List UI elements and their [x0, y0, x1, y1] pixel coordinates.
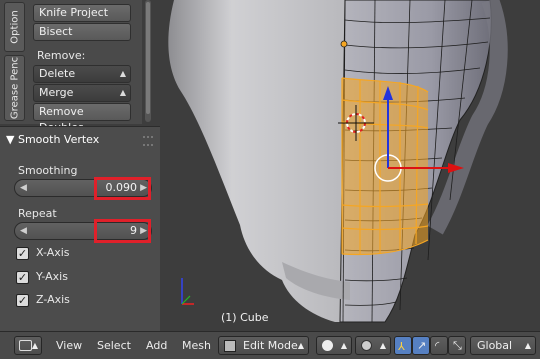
x-axis-label: X-Axis — [36, 246, 70, 259]
knife-project-button[interactable]: Knife Project — [33, 4, 131, 22]
mesh-left-half — [168, 0, 350, 322]
updown-arrow-icon: ▲ — [379, 341, 386, 350]
repeat-label: Repeat — [18, 207, 57, 220]
translate-toggle[interactable]: ↗ — [412, 336, 430, 355]
scrollbar-thumb[interactable] — [146, 2, 150, 114]
pivot-point-icon — [361, 340, 372, 351]
y-axis-checkbox[interactable]: ✓ — [16, 271, 29, 284]
operator-panel: ▼ Smooth Vertex Smoothing ◀ 0.090 ▶ Repe… — [0, 126, 160, 332]
orientation-selector[interactable]: Global ▲ — [470, 336, 536, 355]
edit-mode-icon — [224, 340, 236, 352]
z-axis-checkbox[interactable]: ✓ — [16, 294, 29, 307]
decrement-arrow-icon[interactable]: ◀ — [20, 223, 27, 239]
operator-title: Smooth Vertex — [17, 133, 100, 146]
origin-point — [340, 40, 348, 48]
remove-doubles-button[interactable]: Remove Doubles — [33, 103, 131, 134]
viewport-header: ▲ View Select Add Mesh Edit Mode ▲ ▲ ▲ ⅄… — [0, 331, 540, 359]
object-info-label: (1) Cube — [221, 311, 269, 324]
smoothing-label: Smoothing — [18, 164, 78, 177]
3d-viewport[interactable]: (1) Cube — [160, 0, 540, 331]
y-axis-label: Y-Axis — [36, 270, 68, 283]
tab-grease-pencil-label: Grease Penc — [9, 56, 20, 120]
orientation-label: Global — [477, 339, 513, 352]
mode-selector[interactable]: Edit Mode ▲ — [218, 336, 309, 355]
pivot-selector[interactable]: ▲ — [355, 336, 391, 355]
scale-toggle[interactable]: ⤡ — [448, 336, 466, 355]
mode-label: Edit Mode — [243, 339, 298, 352]
delete-menu-button[interactable]: Delete ▲ — [33, 65, 131, 83]
bisect-button[interactable]: Bisect — [33, 23, 131, 41]
tab-options-label: Option — [9, 10, 20, 44]
remove-label: Remove: — [37, 49, 86, 62]
tab-grease-pencil[interactable]: Grease Penc — [4, 55, 25, 121]
delete-label: Delete — [39, 67, 76, 80]
menu-view[interactable]: View — [56, 332, 82, 359]
updown-arrow-icon: ▲ — [119, 69, 126, 78]
tool-shelf-panel: Knife Project Bisect Remove: Delete ▲ Me… — [29, 0, 142, 134]
rotate-toggle[interactable]: ◜ — [430, 336, 448, 355]
manipulator-toggle[interactable]: ⅄ — [394, 336, 412, 355]
solid-shading-icon — [322, 340, 333, 351]
updown-arrow-icon: ▲ — [297, 341, 304, 350]
tool-shelf-tabs: Option Grease Penc — [0, 0, 30, 124]
merge-label: Merge — [39, 86, 74, 99]
z-axis-label: Z-Axis — [36, 293, 70, 306]
collapse-triangle-icon: ▼ — [6, 133, 15, 146]
shading-selector[interactable]: ▲ — [316, 336, 352, 355]
menu-mesh[interactable]: Mesh — [182, 332, 211, 359]
mesh-render — [168, 0, 508, 323]
updown-arrow-icon: ▲ — [31, 341, 38, 350]
tool-shelf-scrollbar[interactable] — [145, 0, 151, 122]
highlight-box — [94, 219, 151, 243]
editor-type-button[interactable]: ▲ — [14, 336, 42, 355]
updown-arrow-icon: ▲ — [340, 341, 347, 350]
manipulator-icon: ⅄ — [398, 340, 405, 353]
tab-options[interactable]: Option — [4, 2, 25, 52]
translate-arrow-icon: ↗ — [417, 339, 427, 352]
merge-menu-button[interactable]: Merge ▲ — [33, 84, 131, 102]
viewport-editor-icon — [19, 340, 32, 351]
axis-gizmo-icon — [181, 278, 194, 305]
scale-icon: ⤡ — [453, 339, 462, 352]
updown-arrow-icon: ▲ — [524, 341, 531, 350]
menu-add[interactable]: Add — [146, 332, 167, 359]
x-axis-checkbox[interactable]: ✓ — [16, 247, 29, 260]
operator-panel-header[interactable]: ▼ Smooth Vertex — [6, 133, 99, 146]
drag-grip-icon[interactable] — [143, 136, 153, 146]
rotate-icon: ◜ — [435, 339, 440, 352]
highlight-box — [94, 177, 151, 200]
decrement-arrow-icon[interactable]: ◀ — [20, 180, 27, 196]
updown-arrow-icon: ▲ — [119, 88, 126, 97]
menu-select[interactable]: Select — [97, 332, 131, 359]
